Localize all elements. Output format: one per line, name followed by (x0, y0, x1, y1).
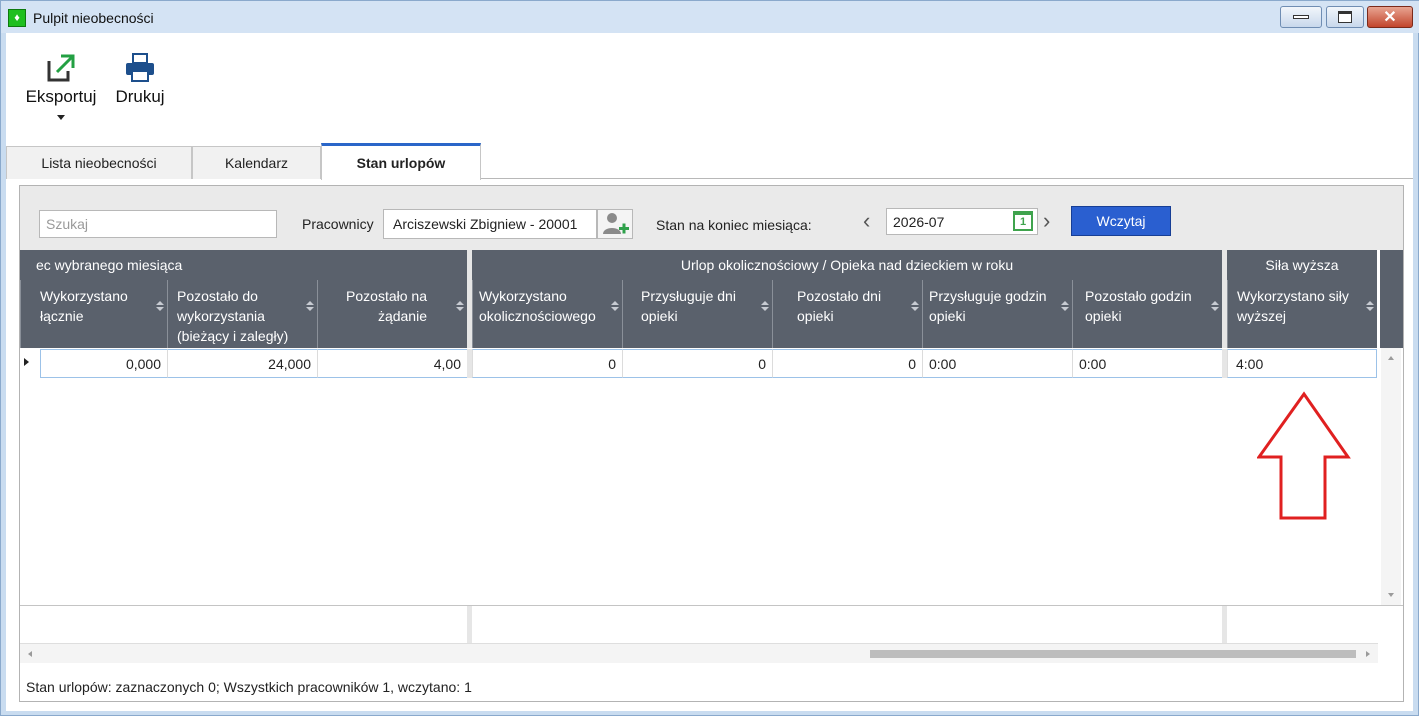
cell-force-majeure-used[interactable]: 4:00 (1227, 349, 1377, 378)
filter-bar: Szukaj Pracownicy Arciszewski Zbigniew -… (20, 186, 1403, 250)
column-label: Pozostało do wykorzystania (bieżący i za… (177, 288, 289, 344)
tab-leave-balance[interactable]: Stan urlopów (321, 143, 481, 180)
add-employee-button[interactable] (597, 209, 633, 239)
cell-care-hours-left[interactable]: 0:00 (1072, 349, 1222, 378)
export-button[interactable]: Eksportuj (24, 53, 98, 120)
column-label: Pozostało dni opieki (797, 288, 882, 324)
prev-month-button[interactable]: ‹ (863, 208, 870, 234)
tab-calendar[interactable]: Kalendarz (192, 146, 321, 179)
group-separator (467, 606, 472, 644)
column-label: Przysługuje godzin opieki (929, 288, 1047, 324)
column-label: Wykorzystano łącznie (40, 288, 128, 324)
scroll-up-icon[interactable] (1388, 356, 1394, 360)
summary-row (20, 605, 1403, 644)
tab-absence-list[interactable]: Lista nieobecności (6, 146, 192, 179)
employees-label: Pracownicy (302, 216, 374, 232)
window-client: Eksportuj Drukuj Lista nieobecności Kale… (6, 33, 1413, 711)
employee-field[interactable]: Arciszewski Zbigniew - 20001 (383, 209, 597, 239)
cell-remaining[interactable]: 24,000 (167, 349, 317, 378)
column-label: Wykorzystano okolicznościowego (479, 288, 596, 324)
vertical-scrollbar[interactable] (1381, 348, 1401, 605)
header-filler (1380, 250, 1403, 348)
next-month-button[interactable]: › (1043, 208, 1050, 234)
column-header-occasional-used[interactable]: Wykorzystano okolicznościowego (472, 280, 622, 348)
column-header-care-days-left[interactable]: Pozostało dni opieki (772, 280, 922, 348)
maximize-button[interactable] (1326, 6, 1364, 28)
group-header-occasional: Urlop okolicznościowy / Opieka nad dziec… (472, 250, 1222, 280)
calendar-icon[interactable]: 1 (1013, 211, 1033, 231)
load-button[interactable]: Wczytaj (1071, 206, 1171, 236)
search-input[interactable]: Szukaj (39, 210, 277, 238)
group-header-month: ec wybranego miesiąca (20, 250, 467, 280)
group-separator (467, 250, 472, 348)
month-value: 2026-07 (893, 214, 945, 230)
print-button[interactable]: Drukuj (112, 53, 168, 107)
print-label: Drukuj (115, 87, 165, 106)
minimize-button[interactable] (1280, 6, 1322, 28)
column-label: Wykorzystano siły wyższej (1237, 288, 1349, 324)
column-label: Pozostało na żądanie (346, 288, 427, 324)
cell-on-demand[interactable]: 4,00 (317, 349, 467, 378)
chevron-down-icon[interactable] (57, 115, 65, 120)
group-header-force-majeure: Siła wyższa (1227, 250, 1377, 280)
leave-grid: ec wybranego miesiąca Urlop okoliczności… (20, 250, 1403, 605)
app-icon: ♦ (8, 9, 26, 27)
horizontal-scrollbar[interactable] (20, 643, 1378, 663)
group-separator (1222, 349, 1227, 378)
column-header-care-days[interactable]: Przysługuje dni opieki (622, 280, 772, 348)
column-header-care-hours[interactable]: Przysługuje godzin opieki (922, 280, 1072, 348)
window-frame: ♦ Pulpit nieobecności ✕ Eksportuj Drukuj (0, 0, 1419, 716)
column-header-care-hours-left[interactable]: Pozostało godzin opieki (1072, 280, 1222, 348)
cell-care-hours[interactable]: 0:00 (922, 349, 1072, 378)
cell-care-days[interactable]: 0 (622, 349, 772, 378)
leave-balance-panel: Szukaj Pracownicy Arciszewski Zbigniew -… (19, 185, 1404, 702)
window-title: Pulpit nieobecności (33, 10, 154, 26)
maximize-icon (1338, 11, 1352, 23)
export-icon (47, 54, 75, 82)
group-separator (467, 349, 472, 378)
cell-care-days-left[interactable]: 0 (772, 349, 922, 378)
scroll-down-icon[interactable] (1388, 593, 1394, 597)
status-bar-text: Stan urlopów: zaznaczonych 0; Wszystkich… (26, 679, 472, 695)
column-label: Przysługuje dni opieki (641, 288, 736, 324)
add-user-icon (603, 213, 629, 234)
group-separator (1222, 250, 1227, 348)
printer-icon (126, 53, 154, 82)
column-label: Pozostało godzin opieki (1085, 288, 1192, 324)
title-bar: ♦ Pulpit nieobecności ✕ (1, 1, 1419, 33)
scroll-right-icon[interactable] (1366, 651, 1370, 657)
group-separator (1222, 606, 1227, 644)
export-label: Eksportuj (25, 87, 97, 106)
tab-strip: Lista nieobecności Kalendarz Stan urlopó… (6, 143, 1413, 180)
cell-occasional-used[interactable]: 0 (472, 349, 622, 378)
column-header-force-majeure-used[interactable]: Wykorzystano siły wyższej (1227, 280, 1377, 348)
column-header-remaining[interactable]: Pozostało do wykorzystania (bieżący i za… (167, 280, 317, 348)
column-header-used-total[interactable]: Wykorzystano łącznie (20, 280, 167, 348)
close-button[interactable]: ✕ (1367, 6, 1413, 28)
close-icon: ✕ (1383, 9, 1397, 26)
row-indicator-icon (24, 358, 29, 366)
cell-used-total[interactable]: 0,000 (40, 349, 167, 378)
scroll-left-icon[interactable] (28, 651, 32, 657)
month-picker[interactable]: 2026-07 1 (886, 208, 1038, 235)
horizontal-scroll-thumb[interactable] (870, 650, 1356, 658)
month-end-label: Stan na koniec miesiąca: (656, 217, 812, 233)
annotation-arrow-up-icon (1257, 391, 1351, 520)
minimize-icon (1293, 15, 1309, 19)
column-header-on-demand[interactable]: Pozostało na żądanie (317, 280, 467, 348)
